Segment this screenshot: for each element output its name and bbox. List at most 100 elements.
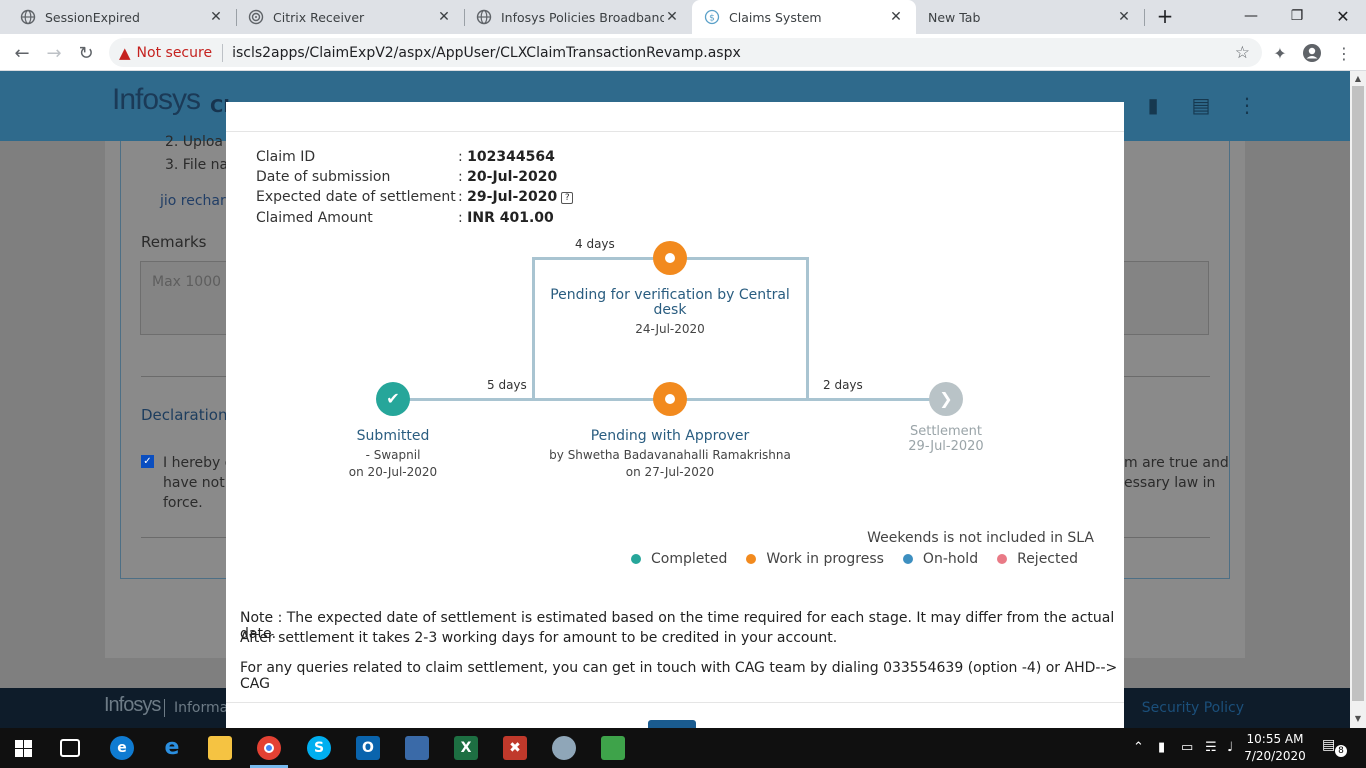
skype-icon[interactable]: S (307, 736, 331, 760)
field-label: Claimed Amount (256, 210, 373, 226)
new-tab-button[interactable]: + (1142, 0, 1188, 32)
close-icon[interactable]: ✕ (436, 9, 452, 25)
remarks-label: Remarks (141, 233, 207, 251)
tab-new-tab[interactable]: New Tab ✕ (916, 0, 1144, 34)
browser-tab-strip: SessionExpired ✕ Citrix Receiver ✕ Infos… (0, 0, 1366, 34)
verification-title: Pending for verification by Central (550, 287, 790, 303)
battery-icon[interactable]: ▭ (1181, 740, 1193, 755)
declaration-text: essary law in (1124, 475, 1216, 491)
chart-app-icon[interactable] (601, 736, 625, 760)
file-explorer-icon[interactable] (208, 736, 232, 760)
verification-date: 24-Jul-2020 (635, 322, 705, 336)
declaration-checkbox[interactable]: ✓ (141, 455, 154, 468)
chevron-right-icon: ❯ (939, 389, 953, 408)
declaration-text: I hereby d (163, 455, 234, 471)
edge-icon[interactable]: e (110, 736, 134, 760)
page-scrollbar[interactable]: ▲ ▼ (1350, 71, 1366, 728)
completed-dot-icon (631, 554, 641, 564)
attachment-link[interactable]: jio recharg (160, 193, 234, 209)
sla-note: Weekends is not included in SLA (867, 530, 1094, 546)
separator: : (458, 210, 463, 226)
modal-close-button[interactable] (648, 720, 696, 728)
settlement-title: Settlement (909, 424, 983, 439)
tab-session-expired[interactable]: SessionExpired ✕ (8, 0, 236, 34)
close-icon[interactable]: ✕ (664, 9, 680, 25)
scroll-thumb[interactable] (1352, 86, 1364, 701)
status-legend: Completed Work in progress On-hold Rejec… (612, 551, 1078, 567)
security-status[interactable]: Not secure (137, 45, 213, 61)
notification-center-icon[interactable]: ▤ 8 (1322, 737, 1347, 759)
tab-infosys-policies[interactable]: Infosys Policies Broadband ✕ (464, 0, 692, 34)
windows-start-icon[interactable] (15, 740, 32, 757)
tab-citrix-receiver[interactable]: Citrix Receiver ✕ (236, 0, 464, 34)
menu-dots-icon[interactable]: ⋮ (1330, 39, 1358, 67)
microphone-icon[interactable]: ▮ (1158, 740, 1165, 755)
verification-title-cont: desk (653, 302, 687, 318)
tab-title: Claims System (729, 9, 822, 25)
credit-note: After settlement it takes 2-3 working da… (240, 630, 838, 646)
settlement-date-value: 29-Jul-2020 (467, 189, 558, 205)
task-view-icon[interactable] (60, 739, 80, 757)
scroll-down-icon[interactable]: ▼ (1350, 714, 1366, 723)
minimize-icon[interactable]: — (1228, 0, 1274, 32)
security-policy-link[interactable]: Security Policy (1142, 700, 1244, 716)
separator: : (458, 189, 463, 205)
contact-note: For any queries related to claim settlem… (240, 660, 1118, 692)
back-icon[interactable]: ← (8, 39, 36, 67)
progress-dot-icon (665, 394, 675, 404)
scroll-up-icon[interactable]: ▲ (1350, 74, 1366, 83)
excel-icon[interactable]: X (454, 736, 478, 760)
list-item: 3. File nar (165, 157, 234, 173)
close-icon[interactable]: ✕ (888, 9, 904, 25)
claim-id-value: 102344564 (467, 149, 555, 165)
legend-label: Completed (651, 551, 728, 567)
close-window-icon[interactable]: ✕ (1320, 0, 1366, 32)
remarks-placeholder: Max 1000 C (152, 274, 236, 290)
outlook-icon[interactable]: O (356, 736, 380, 760)
settlement-node: ❯ (929, 382, 963, 416)
profile-icon[interactable] (1298, 39, 1326, 67)
help-icon[interactable]: ? (561, 192, 574, 204)
document-icon[interactable]: ▤ (1188, 93, 1214, 119)
legend-item: Rejected (997, 551, 1078, 567)
approver-by: by Shwetha Badavanahalli Ramakrishna (549, 448, 791, 462)
wifi-icon[interactable]: ☴ (1205, 740, 1217, 755)
reload-icon[interactable]: ↻ (72, 39, 100, 67)
field-value: : 29-Jul-2020? (458, 189, 574, 205)
volume-icon[interactable]: ♩ (1227, 740, 1233, 755)
tab-title: Infosys Policies Broadband (501, 9, 664, 25)
svg-text:$: $ (709, 14, 715, 24)
more-vert-icon[interactable]: ⋮ (1234, 93, 1260, 119)
modal-header (226, 102, 1124, 132)
field-value: : INR 401.00 (458, 210, 554, 226)
extensions-icon[interactable]: ✦ (1266, 39, 1294, 67)
in-progress-dot-icon (746, 554, 757, 564)
verification-duration: 4 days (575, 237, 615, 251)
paint-icon[interactable] (552, 736, 576, 760)
submitted-date: on 20-Jul-2020 (348, 465, 438, 479)
separator: : (458, 169, 463, 185)
address-bar[interactable]: ▲ Not secure iscls2apps/ClaimExpV2/aspx/… (109, 38, 1262, 67)
restore-icon[interactable]: ❐ (1274, 0, 1320, 32)
globe-icon (476, 9, 492, 25)
internet-explorer-icon[interactable]: e (160, 736, 184, 760)
network-app-icon[interactable] (405, 736, 429, 760)
tray-expand-icon[interactable]: ⌃ (1133, 740, 1144, 755)
forward-icon[interactable]: → (40, 39, 68, 67)
chat-icon[interactable]: ▮ (1140, 93, 1166, 119)
submission-date-value: 20-Jul-2020 (467, 169, 558, 185)
rejected-dot-icon (997, 554, 1008, 564)
tab-claims-system[interactable]: $ Claims System ✕ (692, 0, 916, 34)
legend-item: Completed (631, 551, 727, 567)
field-label: Date of submission (256, 169, 391, 185)
approver-duration: 5 days (487, 378, 527, 392)
close-icon[interactable]: ✕ (1116, 9, 1132, 25)
on-hold-dot-icon (902, 554, 913, 564)
approver-node (653, 382, 687, 416)
chrome-icon[interactable] (257, 736, 281, 760)
tool-app-icon[interactable]: ✖ (503, 736, 527, 760)
bookmark-star-icon[interactable]: ☆ (1235, 43, 1250, 63)
system-clock[interactable]: 10:55 AM 7/20/2020 (1244, 731, 1306, 765)
close-icon[interactable]: ✕ (208, 9, 224, 25)
url-text[interactable]: iscls2apps/ClaimExpV2/aspx/AppUser/CLXCl… (232, 45, 741, 61)
